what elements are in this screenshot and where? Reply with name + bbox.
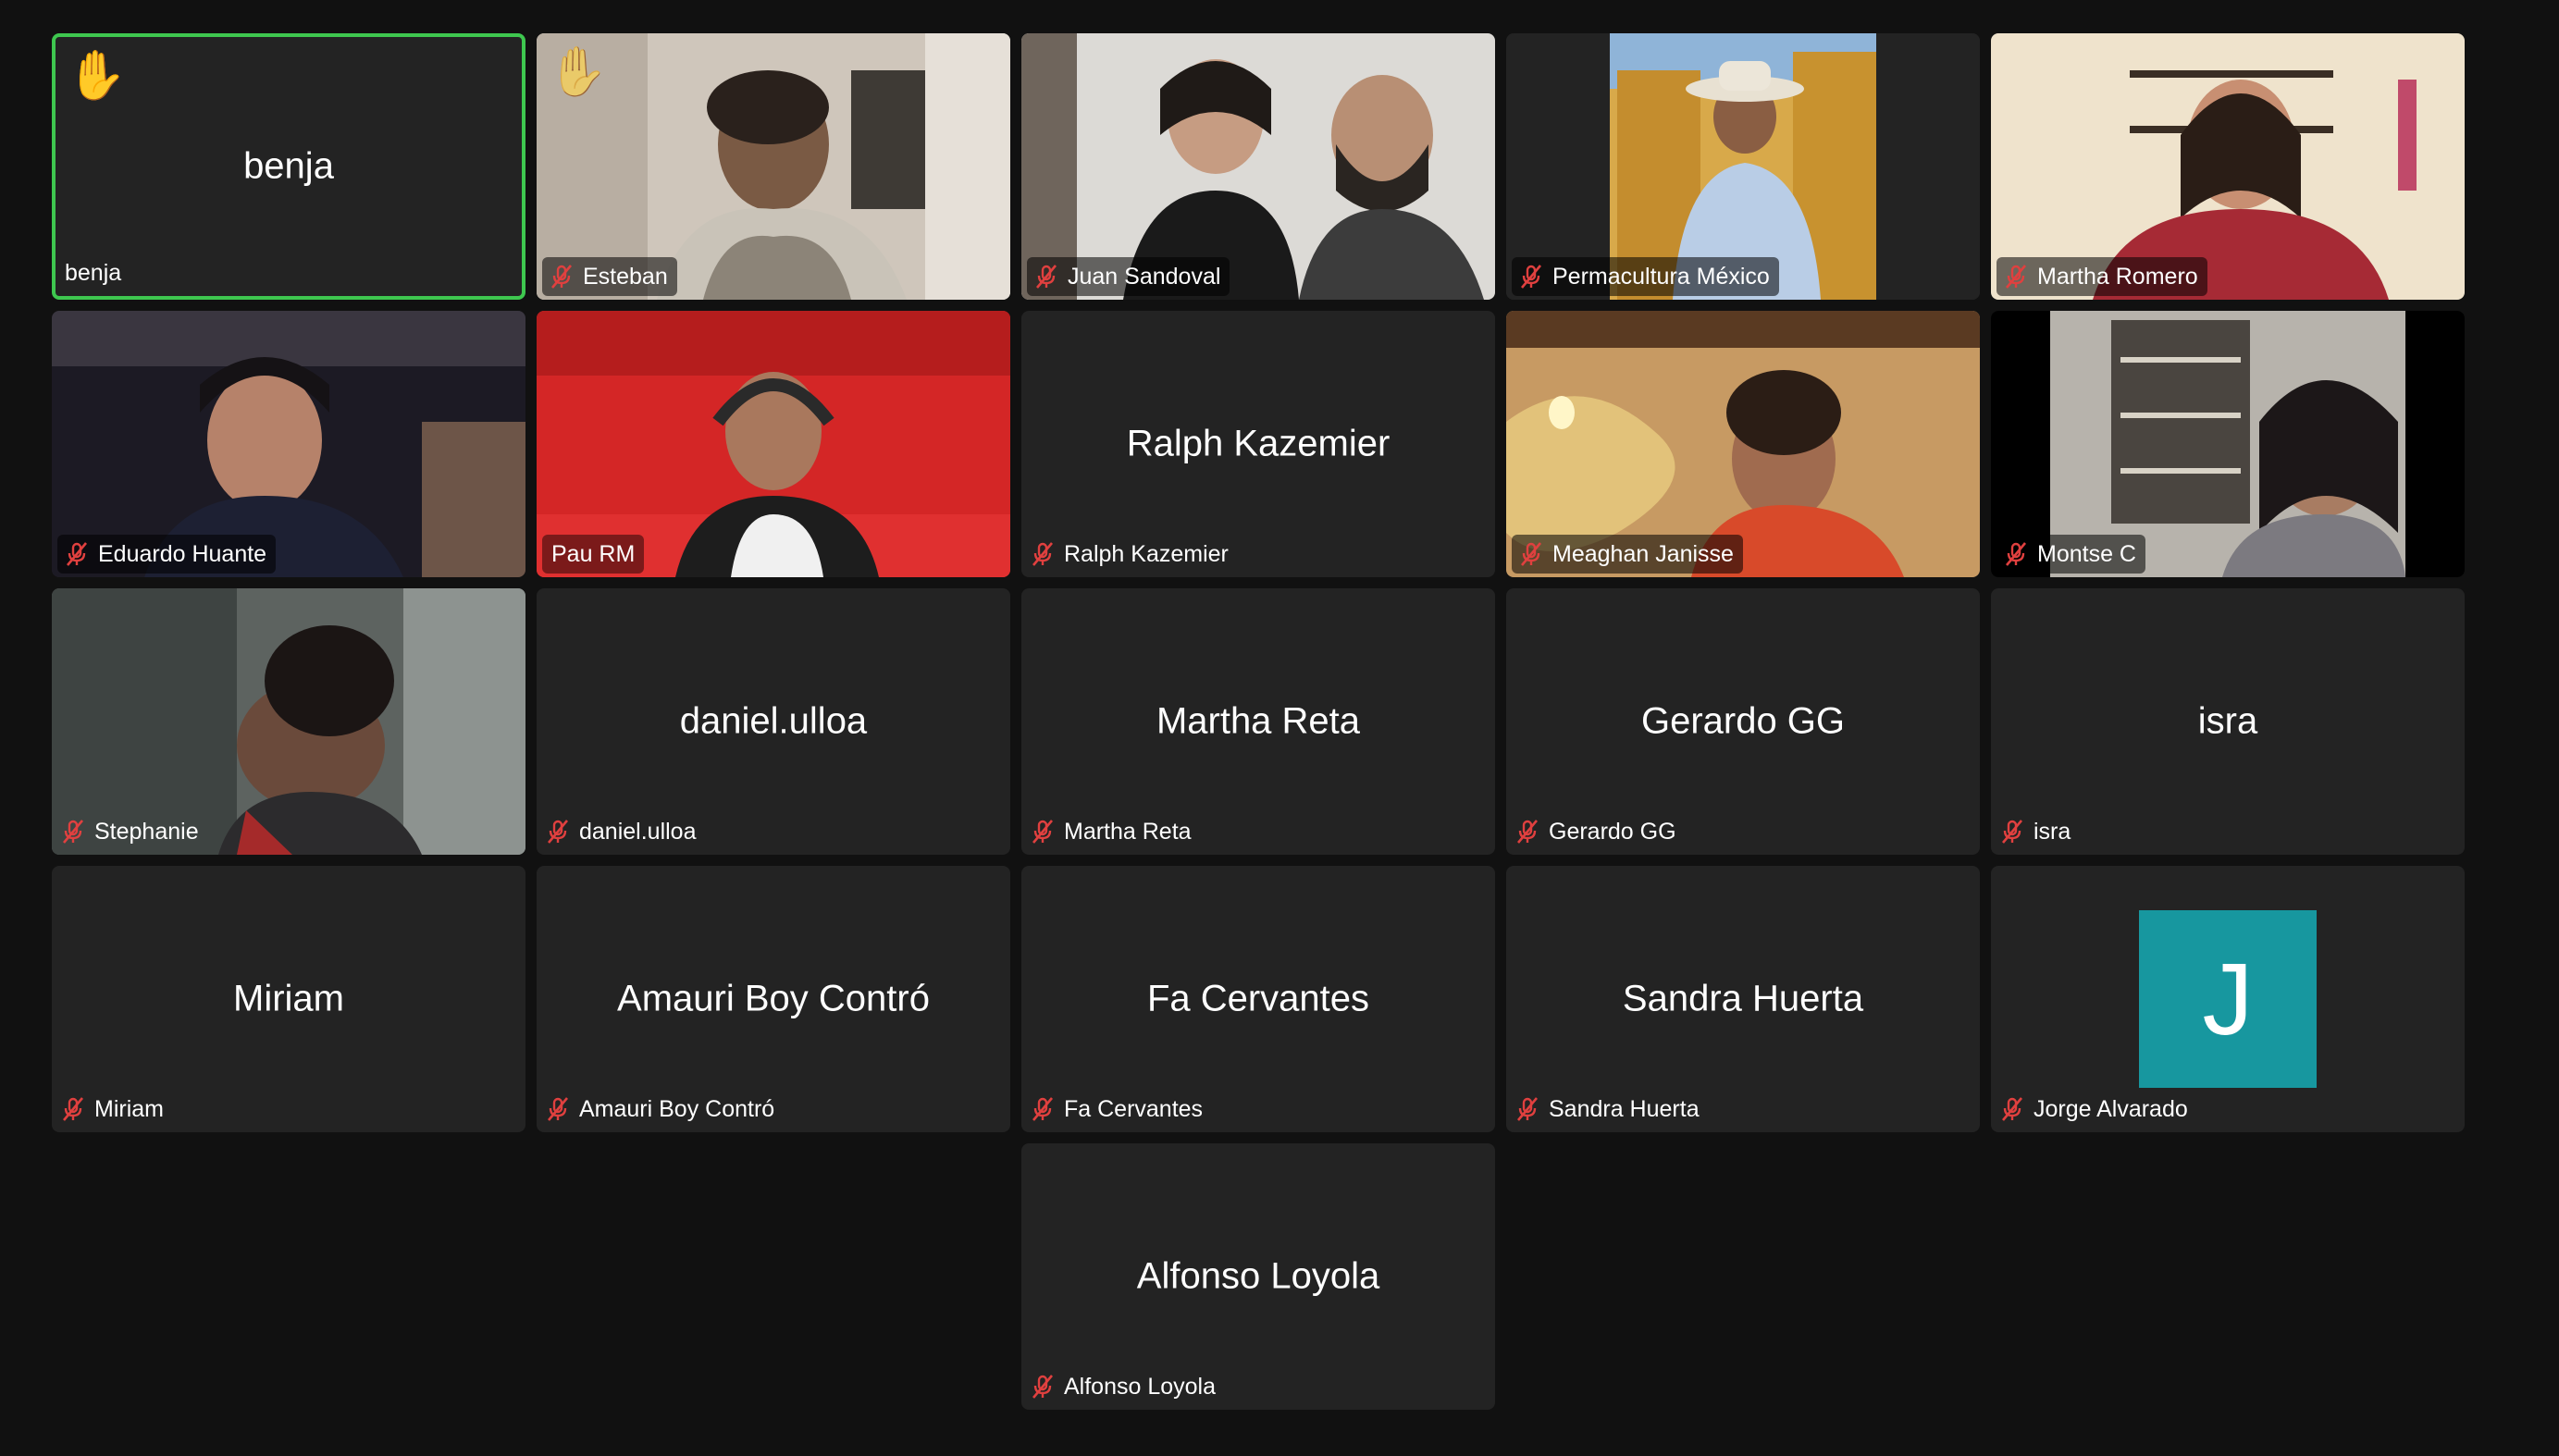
raised-hand-icon: ✋ [67,49,127,103]
participant-tile-alfonso-loyola[interactable]: Alfonso Loyola Alfonso Loyola [1021,1143,1495,1410]
participant-tile-martha-romero[interactable]: Martha Romero [1991,33,2465,300]
mic-muted-icon [63,820,83,844]
mic-muted-icon [1517,1097,1538,1121]
mic-muted-icon [2002,1097,2022,1121]
mic-muted-icon [1517,820,1538,844]
participant-name-label: Sandra Huerta [1512,1090,1709,1129]
participant-name-label: Montse C [1997,535,2145,574]
participant-display-name: daniel.ulloa [679,700,868,742]
mic-muted-icon [1521,542,1541,566]
mic-muted-icon [67,542,87,566]
participant-tile-meaghan-janisse[interactable]: Meaghan Janisse [1506,311,1980,577]
participant-name-label: Gerardo GG [1512,812,1686,851]
mic-muted-icon [2006,265,2026,289]
participant-tile-isra[interactable]: isra isra [1991,588,2465,855]
participant-tile-gerardo-gg[interactable]: Gerardo GG Gerardo GG [1506,588,1980,855]
raised-hand-icon: ✋ [548,45,608,99]
participant-tile-benja[interactable]: ✋ benja benja [52,33,525,300]
participant-name-label: isra [1997,812,2080,851]
video-gallery: ✋ benja benja ✋ Esteban Juan Sandoval Pe… [0,0,2559,1456]
participant-name-label: Alfonso Loyola [1027,1367,1225,1406]
participant-name-label: Permacultura México [1512,257,1779,296]
participant-name-label: Stephanie [57,812,208,851]
participant-name-label: Meaghan Janisse [1512,535,1743,574]
participant-display-name: Amauri Boy Contró [617,978,930,1019]
mic-muted-icon [551,265,572,289]
participant-tile-stephanie[interactable]: Stephanie [52,588,525,855]
mic-muted-icon [1032,1097,1053,1121]
mic-muted-icon [2006,542,2026,566]
mic-muted-icon [1521,265,1541,289]
participant-name-label: Martha Romero [1997,257,2207,296]
participant-display-name: Alfonso Loyola [1136,1255,1380,1297]
participant-name-label: Fa Cervantes [1027,1090,1212,1129]
participant-tile-montse-c[interactable]: Montse C [1991,311,2465,577]
mic-muted-icon [1032,1375,1053,1399]
participant-tile-amauri-boy-contro[interactable]: Amauri Boy Contró Amauri Boy Contró [537,866,1010,1132]
participant-name-label: Pau RM [542,535,645,574]
participant-tile-sandra-huerta[interactable]: Sandra Huerta Sandra Huerta [1506,866,1980,1132]
participant-name-label: Miriam [57,1090,173,1129]
participant-tile-miriam[interactable]: Miriam Miriam [52,866,525,1132]
participant-display-name: Miriam [233,978,344,1019]
participant-tile-jorge-alvarado[interactable]: J Jorge Alvarado [1991,866,2465,1132]
participant-name-label: Jorge Alvarado [1997,1090,2197,1129]
mic-muted-icon [2002,820,2022,844]
participant-tile-juan-sandoval[interactable]: Juan Sandoval [1021,33,1495,300]
participant-display-name: Fa Cervantes [1146,978,1370,1019]
participant-name-label: Juan Sandoval [1027,257,1230,296]
participant-name-label: daniel.ulloa [542,812,706,851]
participant-display-name: Martha Reta [1156,700,1361,742]
mic-muted-icon [63,1097,83,1121]
participant-tile-pau-rm[interactable]: Pau RM [537,311,1010,577]
participant-display-name: Gerardo GG [1640,700,1846,742]
participant-name-label: Eduardo Huante [57,535,277,574]
participant-tile-martha-reta[interactable]: Martha Reta Martha Reta [1021,588,1495,855]
mic-muted-icon [1036,265,1057,289]
participant-tile-permacultura-mexico[interactable]: Permacultura México [1506,33,1980,300]
participant-name-label: Esteban [542,257,677,296]
mic-muted-icon [1032,542,1053,566]
participant-display-name: benja [243,145,334,187]
participant-name-label: benja [65,259,122,286]
mic-muted-icon [548,1097,568,1121]
participant-display-name: Ralph Kazemier [1126,423,1391,464]
participant-tile-eduardo-huante[interactable]: Eduardo Huante [52,311,525,577]
participant-tile-ralph-kazemier[interactable]: Ralph Kazemier Ralph Kazemier [1021,311,1495,577]
mic-muted-icon [1032,820,1053,844]
participant-display-name: isra [2197,700,2258,742]
participant-tile-daniel-ulloa[interactable]: daniel.ulloa daniel.ulloa [537,588,1010,855]
participant-name-label: Amauri Boy Contró [542,1090,784,1129]
mic-muted-icon [548,820,568,844]
participant-name-label: Martha Reta [1027,812,1201,851]
participant-display-name: Sandra Huerta [1622,978,1864,1019]
participant-tile-fa-cervantes[interactable]: Fa Cervantes Fa Cervantes [1021,866,1495,1132]
participant-tile-esteban[interactable]: ✋ Esteban [537,33,1010,300]
participant-name-label: Ralph Kazemier [1027,535,1238,574]
avatar: J [2139,910,2317,1088]
